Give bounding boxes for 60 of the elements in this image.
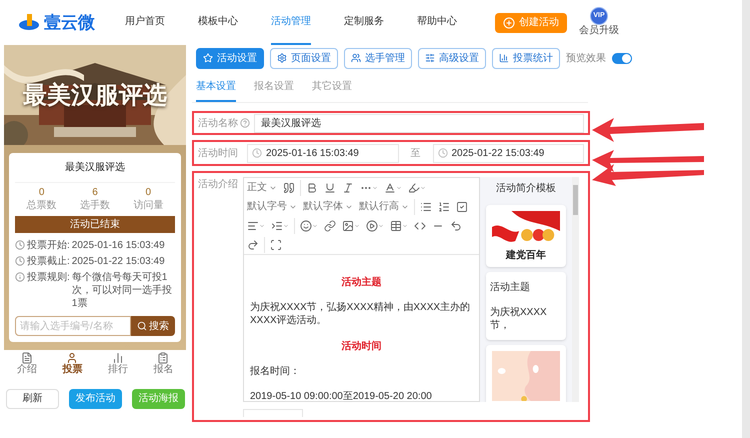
toolbar-dropdown[interactable]: 默认行高 [356,199,412,214]
nav-tab[interactable]: 定制服务 [344,0,384,45]
toolbar-dropdown[interactable]: 正文 [244,180,280,195]
bottom-nav-item[interactable]: 投票 [62,352,82,376]
settings-tab[interactable]: 活动设置 [196,48,264,68]
nav-tab[interactable]: 模板中心 [198,0,238,45]
info-value: 2025-01-16 15:03:49 [72,239,165,252]
toolbar-dropdown[interactable]: 默认字号 [244,199,300,214]
sub-tab[interactable]: 报名设置 [254,79,294,102]
info-label: 投票截止: [27,255,70,268]
stat-value: 0 [146,187,152,200]
stat-label: 访问量 [133,200,164,212]
info-value: 2025-01-22 15:03:49 [72,255,165,268]
template-card[interactable]: 建党百年 [486,205,566,267]
template-caption: 为庆祝XXXX节， [490,307,548,332]
nav-tab[interactable]: 帮助中心 [417,0,457,45]
stat-value: 0 [38,187,44,200]
activity-title: 最美汉服评选 [15,153,175,183]
template-card[interactable]: 活动主题 为庆祝XXXX节， [486,272,566,340]
bottom-nav-item[interactable]: 介绍 [16,352,37,376]
template-title: 活动主题 [490,280,531,295]
field-label: 活动介绍 [198,178,239,192]
field-label: 活动名称 [198,116,236,130]
settings-tab[interactable]: 选手管理 [344,48,412,68]
info-label: 投票开始: [27,239,70,252]
stat-label: 总票数 [26,200,57,212]
panel-title: 活动简介模板 [495,182,557,196]
range-separator: 至 [410,146,422,160]
name-field[interactable]: 最美汉服评选 [254,114,584,132]
vip-upgrade-label[interactable]: 会员升级 [579,25,619,38]
settings-tab[interactable]: 投票统计 [492,48,560,68]
nav-tab[interactable]: 活动管理 [271,0,311,45]
sub-tab[interactable]: 其它设置 [312,79,352,102]
status-button[interactable]: 活动已结束 [15,216,175,233]
stat-label: 选手数 [80,200,110,212]
preview-toggle-label: 预览效果 [566,52,606,66]
search-field[interactable]: 请输入选手编号/名称 [15,316,131,336]
content-paragraph: 2019-05-10 09:00:00至2019-05-20 20:00 [250,390,433,401]
field-label: 活动时间 [198,146,239,160]
content-heading: 活动主题 [340,275,382,290]
content-paragraph: 报名时间： [250,366,301,378]
bottom-nav-item[interactable]: 排行 [108,352,128,376]
bottom-nav-item[interactable]: 报名 [153,352,174,376]
nav-tab[interactable]: 用户首页 [125,0,165,45]
action-button[interactable]: 刷新 [6,388,59,408]
sub-tab[interactable]: 基本设置 [196,79,236,102]
content-heading: 活动时间 [340,340,382,354]
info-value: 每个微信号每天可投1次，可以对同一选手投1票 [72,271,173,310]
settings-tab[interactable]: 页面设置 [270,48,338,68]
action-button[interactable]: 发布活动 [69,388,122,408]
toolbar-dropdown[interactable]: 默认字体 [300,199,356,214]
settings-tab[interactable]: 高级设置 [418,48,486,68]
search-button[interactable]: 搜索 [131,316,175,336]
end-time-field[interactable]: 2025-01-22 15:03:49 [432,144,584,162]
template-caption: 建党百年 [506,251,546,261]
stat-value: 6 [92,187,98,200]
start-time-field[interactable]: 2025-01-16 15:03:49 [247,144,398,162]
logo-text: 壹云微 [44,12,95,34]
content-paragraph: 为庆祝XXXX节，弘扬XXXX精神，由XXXX主办的XXXX评选活动。 [250,302,472,327]
info-label: 投票规则: [27,271,70,284]
